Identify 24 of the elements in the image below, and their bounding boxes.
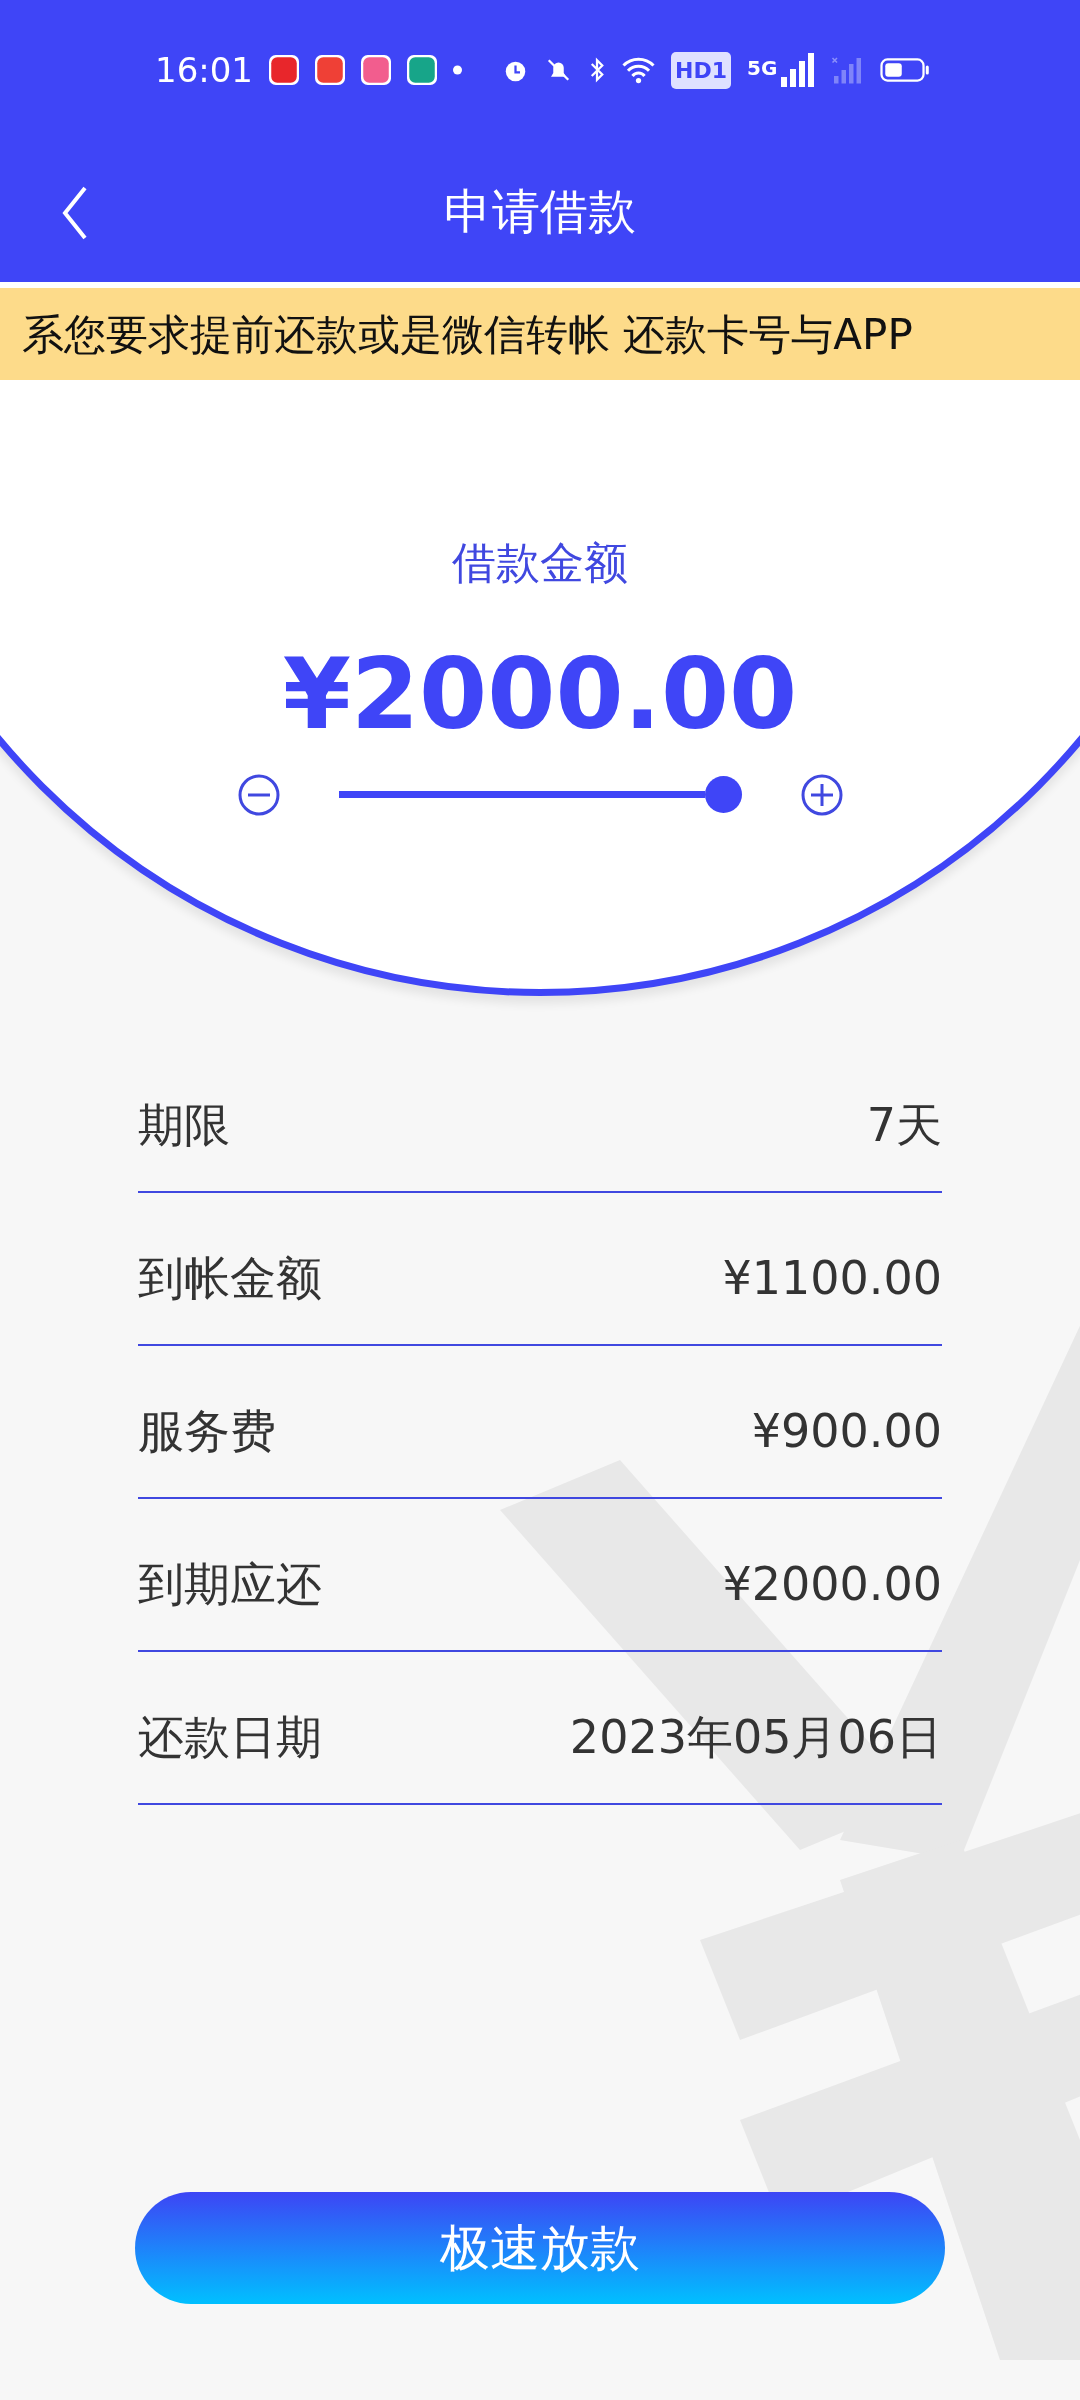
amount-value: ¥2000.00 xyxy=(282,641,798,749)
status-time: 16:01 xyxy=(155,48,253,92)
detail-label: 服务费 xyxy=(138,1403,276,1460)
hd-badge: HD1 xyxy=(671,51,732,89)
plus-icon xyxy=(799,772,844,817)
submit-button[interactable]: 极速放款 xyxy=(135,2192,945,2304)
detail-value: ¥1100.00 xyxy=(722,1250,942,1307)
detail-label: 到期应还 xyxy=(138,1556,322,1613)
signal-icon xyxy=(781,53,816,87)
increase-button[interactable] xyxy=(799,772,844,817)
notice-text: 系您要求提前还款或是微信转帐 还款卡号与APP xyxy=(22,308,913,361)
page-title: 申请借款 xyxy=(444,182,636,241)
detail-label: 期限 xyxy=(138,1097,230,1154)
detail-value: 2023年05月06日 xyxy=(569,1709,942,1766)
detail-value: 7天 xyxy=(866,1097,942,1154)
detail-value: ¥900.00 xyxy=(751,1403,942,1460)
detail-value: ¥2000.00 xyxy=(722,1556,942,1613)
minus-icon xyxy=(236,772,281,817)
decrease-button[interactable] xyxy=(236,772,281,817)
network-label: 5G xyxy=(747,55,778,82)
detail-label: 到帐金额 xyxy=(138,1250,322,1307)
detail-label: 还款日期 xyxy=(138,1709,322,1766)
amount-label: 借款金额 xyxy=(452,536,628,590)
dot-icon xyxy=(453,64,463,76)
